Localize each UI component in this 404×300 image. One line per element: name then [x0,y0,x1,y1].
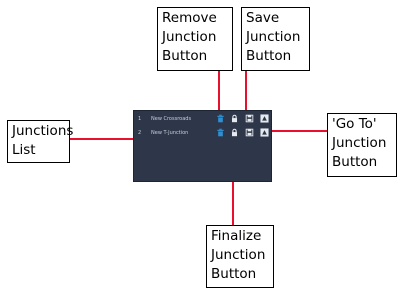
callout-line: Junction [332,135,387,151]
callout-line: Remove [162,10,217,26]
junctions-list-panel: 1 New Crossroads 2 New T-Junction [133,110,272,182]
leader-goto [268,130,327,132]
junction-row[interactable]: 1 New Crossroads [134,113,271,125]
callout-junctions-list: Junctions List [7,120,74,163]
callout-line: Save [246,10,280,26]
junction-row[interactable]: 2 New T-Junction [134,127,271,139]
junction-name: New Crossroads [151,116,192,122]
callout-line: Button [211,266,257,282]
floppy-disk-icon[interactable] [245,114,254,123]
lock-icon[interactable] [230,128,239,137]
callout-line: Button [162,48,208,64]
trash-icon[interactable] [216,128,225,137]
callout-line: List [12,142,36,158]
callout-line: Junction [211,247,266,263]
callout-line: Junction [246,29,301,45]
callout-line: Finalize [211,228,262,244]
junction-index: 1 [138,116,142,122]
callout-line: Button [246,48,292,64]
callout-line: Button [332,154,378,170]
callout-line: Junctions [12,123,74,139]
callout-line: Junction [162,29,217,45]
callout-remove-junction-button: Remove Junction Button [157,7,233,71]
callout-finalize-junction-button: Finalize Junction Button [206,225,274,288]
floppy-disk-icon[interactable] [245,128,254,137]
junction-index: 2 [138,130,142,136]
leader-list [70,138,138,140]
trash-icon[interactable] [216,114,225,123]
callout-line: 'Go To' [332,116,377,132]
lock-icon[interactable] [230,114,239,123]
callout-save-junction-button: Save Junction Button [241,7,310,71]
go-to-triangle-icon[interactable] [260,114,269,123]
junction-name: New T-Junction [151,130,189,136]
callout-goto-junction-button: 'Go To' Junction Button [327,113,397,177]
go-to-triangle-icon[interactable] [260,128,269,137]
